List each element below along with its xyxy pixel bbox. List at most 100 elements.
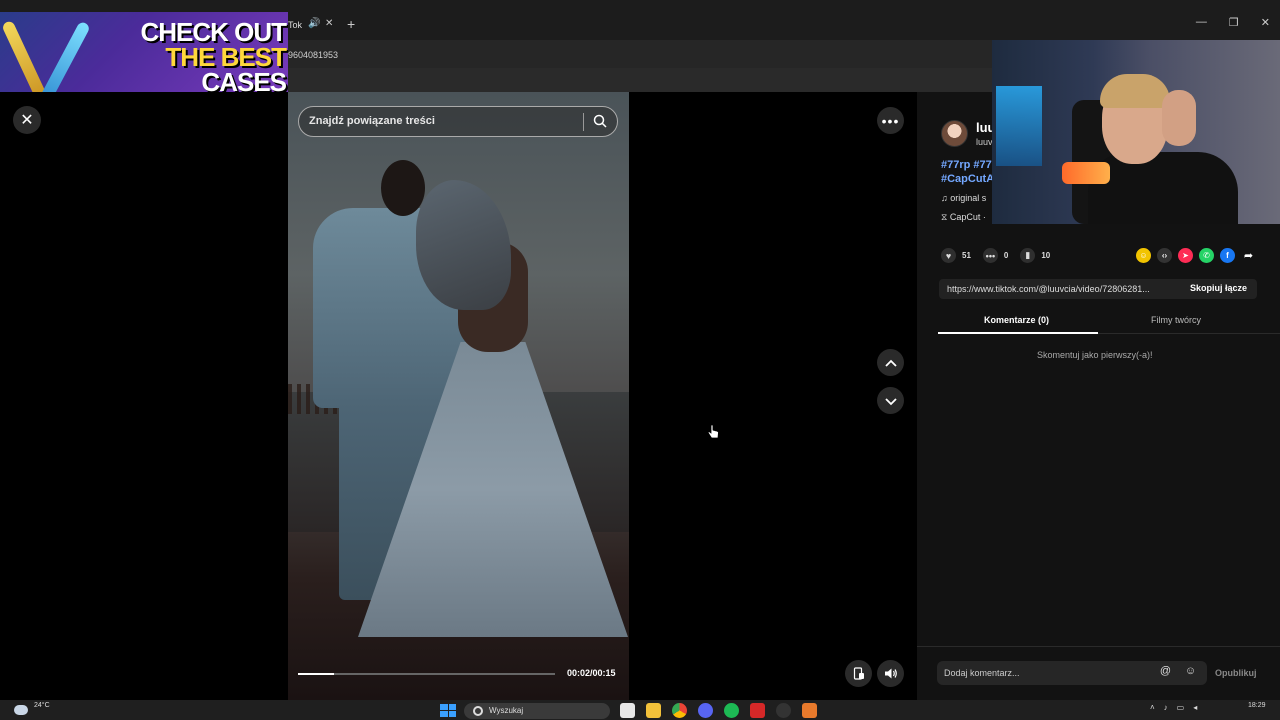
app-icon[interactable] bbox=[802, 703, 817, 718]
volume-button[interactable] bbox=[877, 660, 904, 687]
windows-start-icon[interactable] bbox=[440, 704, 456, 717]
video-frame[interactable] bbox=[288, 92, 629, 700]
bride-hair bbox=[416, 180, 511, 310]
coin-share-icon[interactable]: ☺ bbox=[1136, 248, 1151, 263]
facebook-icon[interactable]: f bbox=[1220, 248, 1235, 263]
weather-temperature[interactable]: 24°C bbox=[34, 702, 50, 709]
video-progress-fill bbox=[298, 673, 334, 675]
taskbar-apps bbox=[620, 703, 817, 718]
video-time: 00:02/00:15 bbox=[567, 668, 616, 678]
emoji-icon[interactable]: ☺ bbox=[1183, 665, 1198, 680]
music-title[interactable]: original s bbox=[950, 193, 986, 203]
comment-input[interactable]: Dodaj komentarz... @ ☺ bbox=[937, 661, 1207, 685]
like-stat[interactable]: ♥ 51 bbox=[941, 248, 971, 263]
spotify-icon[interactable] bbox=[724, 703, 739, 718]
video-link-url[interactable]: https://www.tiktok.com/@luuvcia/video/72… bbox=[947, 284, 1173, 294]
creator-handle[interactable]: luuv bbox=[976, 137, 993, 147]
minimize-icon[interactable]: — bbox=[1196, 16, 1207, 29]
groom-head bbox=[381, 160, 425, 216]
ad-text: CHECK OUT THE BEST CASES bbox=[128, 19, 287, 95]
video-app-icon[interactable] bbox=[750, 703, 765, 718]
whatsapp-icon[interactable]: ✆ bbox=[1199, 248, 1214, 263]
empty-comments-text: Skomentuj jako pierwszy(-a)! bbox=[1037, 350, 1153, 360]
related-search-box[interactable]: Znajdź powiązane treści bbox=[298, 106, 618, 137]
search-icon bbox=[473, 706, 483, 716]
window-controls: — ❐ ✕ bbox=[1196, 16, 1270, 29]
webcam-microphone bbox=[1062, 162, 1110, 184]
previous-video-button[interactable] bbox=[877, 349, 904, 376]
publish-button[interactable]: Opublikuj bbox=[1215, 668, 1257, 678]
save-stat[interactable]: ▮ 10 bbox=[1020, 248, 1050, 263]
bookmark-icon[interactable]: ▮ bbox=[1020, 248, 1036, 263]
search-icon[interactable] bbox=[593, 114, 607, 128]
streamer-webcam-overlay bbox=[992, 40, 1280, 224]
tab-creator-videos[interactable]: Filmy twórcy bbox=[1151, 315, 1201, 325]
panel-tabs: Komentarze (0) Filmy twórcy bbox=[938, 312, 1280, 334]
volume-icon[interactable]: ◂ bbox=[1193, 703, 1197, 712]
obs-icon[interactable] bbox=[776, 703, 791, 718]
webcam-hand bbox=[1162, 90, 1196, 146]
speaker-icon bbox=[884, 668, 897, 679]
capcut-row[interactable]: ⧖ CapCut · bbox=[941, 212, 986, 223]
restore-icon[interactable]: ❐ bbox=[1229, 16, 1239, 29]
hand-cursor-icon bbox=[707, 424, 719, 439]
window-close-icon[interactable]: ✕ bbox=[1261, 16, 1270, 29]
music-note-icon: ♫ bbox=[941, 193, 951, 203]
taskbar-clock[interactable]: 18:29 bbox=[1248, 702, 1266, 709]
chevron-up-icon bbox=[884, 359, 897, 367]
video-hashtags[interactable]: #77rp #77 #CapCutA bbox=[941, 158, 996, 186]
send-icon[interactable]: ➤ bbox=[1178, 248, 1193, 263]
active-tab-underline bbox=[938, 332, 1098, 334]
save-count: 10 bbox=[1041, 251, 1051, 260]
address-text[interactable]: 9604081953 bbox=[288, 50, 338, 60]
search-placeholder[interactable]: Znajdź powiązane treści bbox=[309, 115, 435, 127]
microphone-icon[interactable]: ♪ bbox=[1164, 703, 1168, 712]
speaker-icon[interactable]: 🔊 bbox=[308, 18, 320, 29]
webcam-hair bbox=[1100, 74, 1170, 108]
file-explorer-icon[interactable] bbox=[646, 703, 661, 718]
copy-link-button[interactable]: Skopiuj łącze bbox=[1190, 283, 1247, 293]
browser-tab-title[interactable]: Tok bbox=[288, 20, 302, 30]
chrome-icon[interactable] bbox=[672, 703, 687, 718]
mention-icon[interactable]: @ bbox=[1158, 665, 1173, 680]
weather-icon[interactable] bbox=[14, 705, 28, 715]
taskbar-search[interactable]: Wyszukaj bbox=[464, 703, 610, 719]
comment-icon[interactable]: ••• bbox=[982, 248, 998, 263]
comment-stat[interactable]: ••• 0 bbox=[982, 248, 1009, 263]
webcam-body bbox=[1088, 152, 1238, 224]
capcut-icon: ⧖ bbox=[941, 212, 950, 222]
embed-icon[interactable]: ‹› bbox=[1157, 248, 1172, 263]
video-link-box: https://www.tiktok.com/@luuvcia/video/72… bbox=[939, 279, 1257, 299]
knife-icon bbox=[37, 20, 91, 102]
music-row[interactable]: ♫ original s bbox=[941, 193, 986, 203]
video-progress-bar[interactable] bbox=[298, 673, 555, 675]
share-icons: ☺ ‹› ➤ ✆ f ➦ bbox=[1136, 248, 1256, 263]
close-icon: ✕ bbox=[20, 112, 34, 129]
tab-comments[interactable]: Komentarze (0) bbox=[984, 315, 1049, 325]
avatar[interactable] bbox=[941, 120, 968, 147]
like-count: 51 bbox=[962, 251, 971, 260]
more-options-button[interactable]: ••• bbox=[877, 107, 904, 134]
chevron-up-icon[interactable]: ˄ bbox=[1150, 703, 1155, 712]
comment-placeholder[interactable]: Dodaj komentarz... bbox=[944, 668, 1020, 678]
comment-count: 0 bbox=[1003, 251, 1009, 260]
more-icon: ••• bbox=[881, 112, 900, 129]
device-icon bbox=[853, 667, 864, 680]
next-video-button[interactable] bbox=[877, 387, 904, 414]
search-divider bbox=[583, 113, 584, 131]
discord-icon[interactable] bbox=[698, 703, 713, 718]
heart-icon[interactable]: ♥ bbox=[941, 248, 956, 263]
stream-ad-banner: CHECK OUT THE BEST CASES bbox=[0, 12, 288, 102]
capcut-label[interactable]: CapCut · bbox=[950, 212, 986, 222]
chevron-down-icon bbox=[884, 397, 897, 405]
windows-taskbar: 24°C Wyszukaj ˄ ♪ ▭ ◂ 18:29 bbox=[0, 700, 1280, 720]
viewer-left-area bbox=[0, 92, 288, 700]
close-tab-icon[interactable]: ✕ bbox=[325, 18, 333, 29]
task-view-icon[interactable] bbox=[620, 703, 635, 718]
floating-player-button[interactable] bbox=[845, 660, 872, 687]
close-viewer-button[interactable]: ✕ bbox=[13, 106, 41, 134]
new-tab-icon[interactable]: + bbox=[347, 16, 355, 32]
viewer-right-area bbox=[629, 92, 917, 700]
share-arrow-icon[interactable]: ➦ bbox=[1241, 248, 1256, 263]
network-icon[interactable]: ▭ bbox=[1177, 703, 1185, 712]
